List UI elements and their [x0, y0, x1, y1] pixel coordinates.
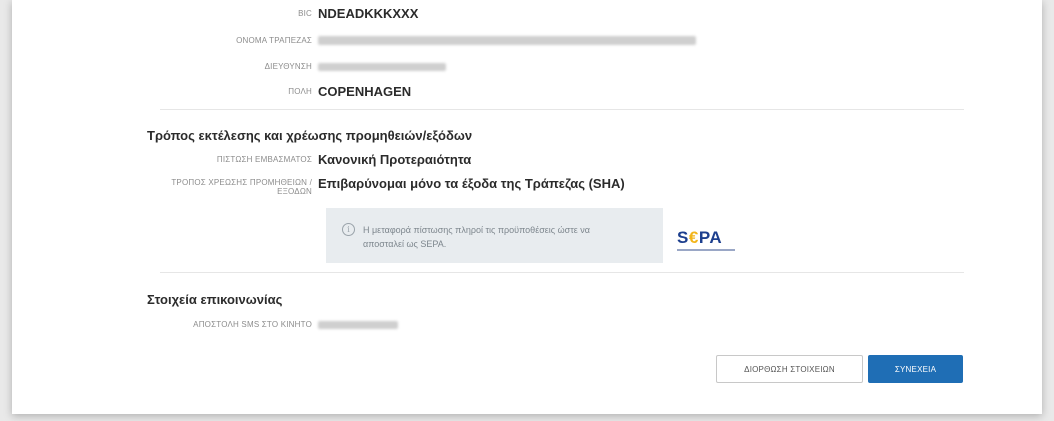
address-value-redacted [318, 62, 446, 71]
address-row: ΔΙΕΥΘΥΝΣΗ [12, 62, 812, 71]
contact-section-title: Στοιχεία επικοινωνίας [147, 292, 283, 307]
credit-label: ΠΙΣΤΩΣΗ ΕΜΒΑΣΜΑΤΟΣ [216, 155, 312, 164]
city-value: COPENHAGEN [318, 84, 412, 99]
credit-row: ΠΙΣΤΩΣΗ ΕΜΒΑΣΜΑΤΟΣ Κανονική Προτεραιότητ… [12, 152, 712, 167]
sepa-logo-text: S€PA [677, 228, 723, 247]
info-circle-icon: i [342, 223, 355, 236]
edit-details-button[interactable]: ΔΙΟΡΘΩΣΗ ΣΤΟΙΧΕΙΩΝ [716, 355, 863, 383]
execution-section-title: Τρόπος εκτέλεσης και χρέωσης προμηθειών/… [147, 128, 473, 143]
sms-phone-redacted [318, 320, 398, 329]
bank-name-label: ΟΝΟΜΑ ΤΡΑΠΕΖΑΣ [236, 36, 312, 45]
sms-row: ΑΠΟΣΤΟΛΗ SMS ΣΤΟ ΚΙΝΗΤΟ [12, 320, 712, 329]
city-label: ΠΟΛΗ [288, 87, 312, 96]
bank-name-row: ΟΝΟΜΑ ΤΡΑΠΕΖΑΣ [12, 36, 812, 45]
address-label: ΔΙΕΥΘΥΝΣΗ [264, 62, 312, 71]
charges-value: Επιβαρύνομαι μόνο τα έξοδα της Τράπεζας … [318, 176, 625, 191]
charges-label-line2: ΕΞΟΔΩΝ [277, 187, 312, 196]
sepa-logo: S€PA [677, 228, 735, 251]
charges-label: ΤΡΟΠΟΣ ΧΡΕΩΣΗΣ ΠΡΟΜΗΘΕΙΩΝ / ΕΞΟΔΩΝ [12, 178, 312, 196]
bic-value: NDEADKKKXXX [318, 6, 419, 21]
transfer-summary-panel: BIC NDEADKKKXXX ΟΝΟΜΑ ΤΡΑΠΕΖΑΣ ΔΙΕΥΘΥΝΣΗ… [12, 0, 1042, 414]
sepa-logo-tagline [677, 249, 735, 251]
continue-button[interactable]: ΣΥΝΕΧΕΙΑ [868, 355, 963, 383]
bic-row: BIC NDEADKKKXXX [12, 6, 712, 21]
sepa-info-box: i Η μεταφορά πίστωσης πληροί τις προϋποθ… [326, 208, 663, 263]
city-row: ΠΟΛΗ COPENHAGEN [12, 84, 712, 99]
divider [160, 272, 964, 273]
sepa-info-text: Η μεταφορά πίστωσης πληροί τις προϋποθέσ… [363, 225, 590, 249]
credit-value: Κανονική Προτεραιότητα [318, 152, 472, 167]
sms-label: ΑΠΟΣΤΟΛΗ SMS ΣΤΟ ΚΙΝΗΤΟ [193, 320, 312, 329]
bic-label: BIC [298, 9, 312, 18]
divider [160, 109, 964, 110]
bank-name-value-redacted [318, 36, 696, 45]
charges-label-line1: ΤΡΟΠΟΣ ΧΡΕΩΣΗΣ ΠΡΟΜΗΘΕΙΩΝ / [171, 178, 312, 187]
charges-row: ΤΡΟΠΟΣ ΧΡΕΩΣΗΣ ΠΡΟΜΗΘΕΙΩΝ / ΕΞΟΔΩΝ Επιβα… [12, 176, 812, 196]
